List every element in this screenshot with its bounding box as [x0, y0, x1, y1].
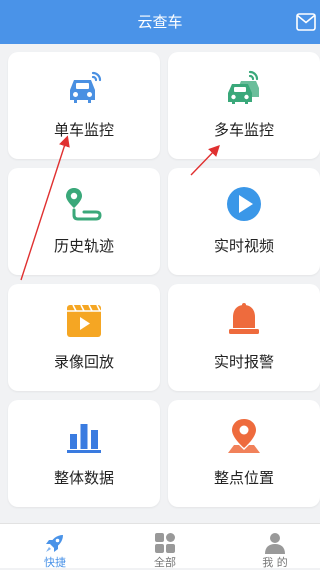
card-live-alarm[interactable]: 实时报警: [168, 284, 320, 391]
video-clapper-icon: [67, 304, 101, 337]
card-label: 历史轨迹: [53, 237, 114, 255]
location-pin-icon: [228, 419, 260, 453]
tab-quick[interactable]: 快捷: [15, 524, 95, 569]
bar-chart-icon: [67, 424, 101, 453]
app-title: 云查车: [137, 13, 183, 31]
rocket-icon: [46, 535, 63, 552]
tab-label: 我 的: [262, 556, 288, 569]
card-single-car-monitor[interactable]: 单车监控: [8, 52, 160, 159]
alarm-bell-icon: [229, 303, 259, 334]
card-label: 整点位置: [213, 469, 274, 487]
bottom-tab-bar: 快捷 全部 我 的: [0, 523, 320, 569]
user-icon: [265, 533, 285, 554]
tab-label: 全部: [154, 556, 176, 569]
tab-mine[interactable]: 我 的: [235, 524, 315, 569]
card-label: 多车监控: [213, 121, 274, 139]
card-label: 整体数据: [53, 469, 114, 487]
grid-icon: [155, 533, 175, 553]
app-header: 云查车: [0, 0, 320, 44]
card-history-track[interactable]: 历史轨迹: [8, 168, 160, 275]
card-live-video[interactable]: 实时视频: [168, 168, 320, 275]
card-label: 实时报警: [213, 353, 274, 371]
card-video-playback[interactable]: 录像回放: [8, 284, 160, 391]
card-hourly-location[interactable]: 整点位置: [168, 400, 320, 507]
card-multi-car-monitor[interactable]: 多车监控: [168, 52, 320, 159]
car-signal-icon: [70, 71, 102, 103]
card-label: 录像回放: [53, 353, 114, 371]
tab-label: 快捷: [44, 556, 66, 569]
tab-all[interactable]: 全部: [125, 524, 205, 569]
mail-icon[interactable]: [296, 13, 316, 31]
card-label: 实时视频: [213, 237, 274, 255]
card-label: 单车监控: [53, 121, 114, 139]
route-pin-icon: [66, 188, 102, 221]
play-circle-icon: [227, 187, 261, 221]
card-overall-data[interactable]: 整体数据: [8, 400, 160, 507]
multi-car-signal-icon: [228, 70, 259, 104]
